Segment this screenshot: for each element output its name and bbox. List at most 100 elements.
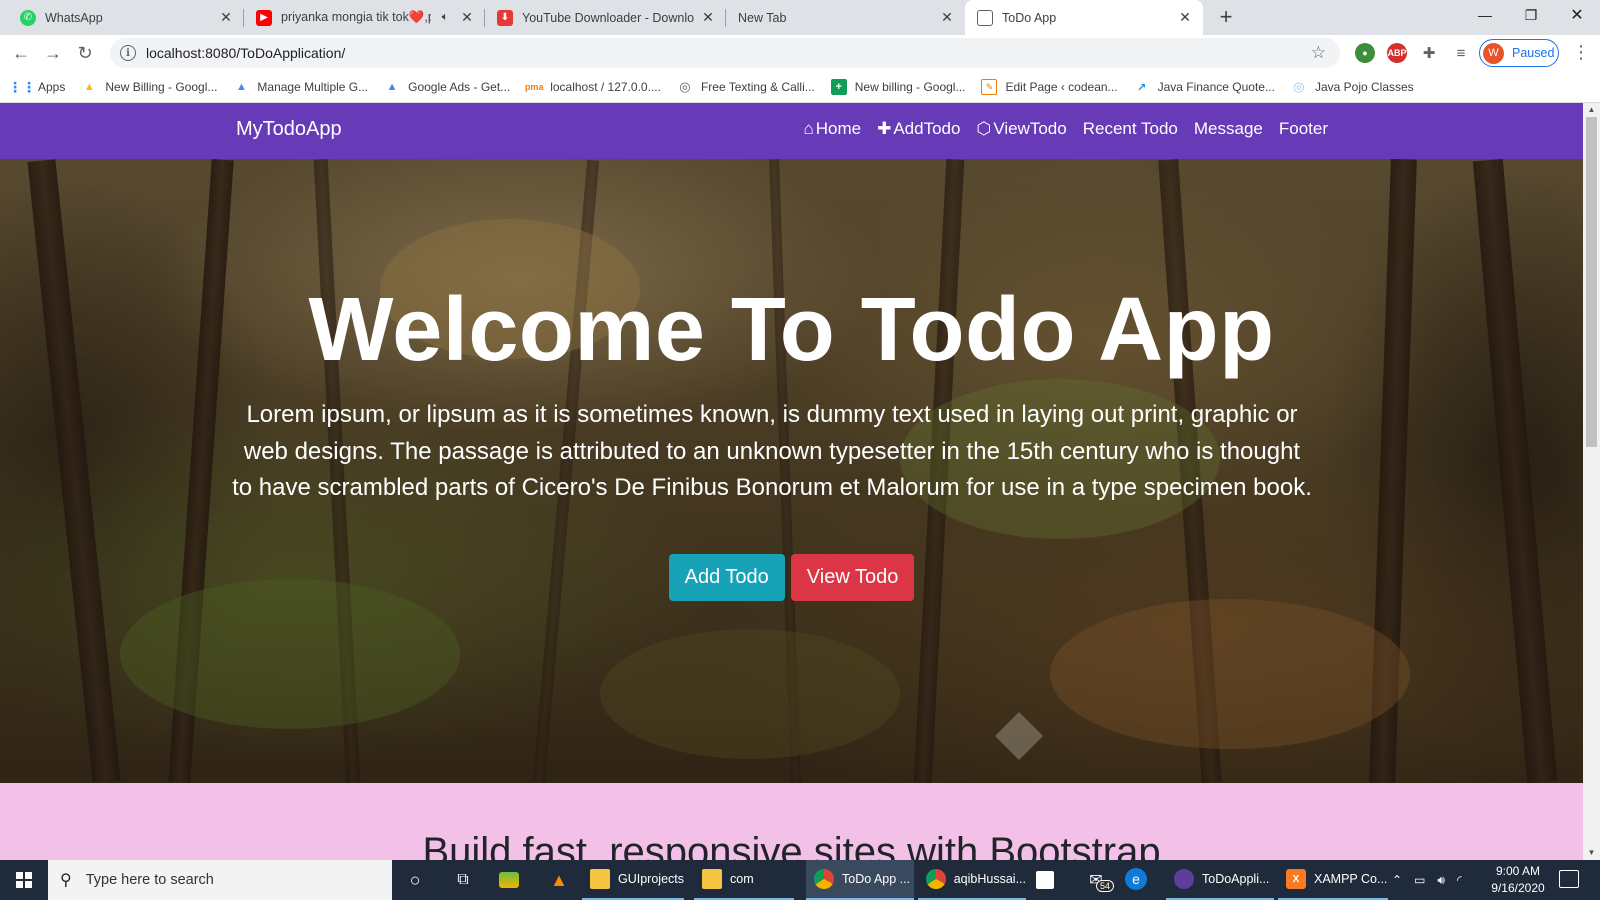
app-label: GUIprojects <box>618 872 684 886</box>
bookmarks-bar: ⋮⋮ Apps ▲ New Billing - Googl... ▲ Manage M… <box>0 72 1600 103</box>
bookmark-label: New billing - Googl... <box>854 80 966 94</box>
tab-whatsapp[interactable]: ✆ WhatsApp ✕ <box>8 0 244 35</box>
forward-button[interactable]: → <box>40 40 66 66</box>
profile-button[interactable]: W Paused <box>1479 39 1559 67</box>
close-icon[interactable]: ✕ <box>459 9 475 26</box>
page-scrollbar[interactable]: ▲ ▼ <box>1583 103 1600 860</box>
browser-toolbar: ← → ↻ i localhost:8080/ToDoApplication/ … <box>0 35 1600 72</box>
hero-description: Lorem ipsum, or lipsum as it is sometime… <box>232 401 1312 501</box>
taskbar-app-xampp[interactable]: X XAMPP Co... <box>1278 860 1388 900</box>
nav-footer[interactable]: Footer <box>1279 119 1328 139</box>
bookmark-item[interactable]: ✎ Edit Page ‹ codean... <box>981 79 1118 95</box>
edge-icon[interactable]: e <box>1125 868 1147 890</box>
bookmark-item[interactable]: ▲ New Billing - Googl... <box>81 79 218 95</box>
tab-todo-app[interactable]: ToDo App ✕ <box>965 0 1203 35</box>
task-view-icon[interactable]: ⧉ <box>451 868 475 892</box>
close-icon[interactable]: ✕ <box>218 9 234 26</box>
nav-addtodo[interactable]: ✚ AddTodo <box>877 119 960 139</box>
bookmark-item[interactable]: ◎ Java Pojo Classes <box>1291 79 1413 95</box>
app-label: com <box>730 872 754 886</box>
reload-button[interactable]: ↻ <box>72 40 98 66</box>
youtube-icon: ▶ <box>256 9 272 26</box>
close-icon[interactable]: ✕ <box>1177 9 1193 26</box>
google-ads-icon: ▲ <box>235 81 247 93</box>
google-ads-icon: ▲ <box>386 81 398 93</box>
profile-status: Paused <box>1512 46 1555 60</box>
back-button[interactable]: ← <box>8 40 34 66</box>
search-placeholder: Type here to search <box>85 872 214 888</box>
nav-label: Recent Todo <box>1082 119 1178 138</box>
address-bar[interactable]: i localhost:8080/ToDoApplication/ ☆ <box>110 38 1340 68</box>
store-icon[interactable] <box>1036 871 1054 889</box>
info-icon[interactable]: i <box>120 45 136 61</box>
bookmark-item[interactable]: pma localhost / 127.0.0.... <box>524 79 661 95</box>
tab-title: priyanka mongia tik tok❤️,p <box>281 10 431 24</box>
bookmark-item[interactable]: ↗ Java Finance Quote... <box>1134 79 1275 95</box>
notification-center-icon[interactable] <box>1559 870 1579 888</box>
taskbar-app-chrome-aqib[interactable]: aqibHussai... <box>918 860 1026 900</box>
bookmark-star-icon[interactable]: ☆ <box>1311 43 1326 63</box>
reading-list-icon[interactable]: ≡ <box>1451 43 1471 63</box>
minimize-button[interactable]: — <box>1462 0 1508 30</box>
clock-time: 9:00 AM <box>1495 864 1541 878</box>
nav-label: ViewTodo <box>993 119 1067 138</box>
menu-kebab-icon[interactable]: ⋮ <box>1572 43 1590 61</box>
scroll-down-icon[interactable]: ▼ <box>1587 848 1596 858</box>
mail-icon[interactable]: ✉ 54 <box>1084 868 1115 892</box>
phpmyadmin-icon: pma <box>524 82 544 92</box>
site-brand[interactable]: MyTodoApp <box>236 118 342 141</box>
bookmark-item[interactable]: + New billing - Googl... <box>830 79 966 95</box>
plus-icon: ✚ <box>877 119 892 138</box>
site-navbar: MyTodoApp ⌂ Home ✚ AddTodo ⬡ ViewTodo Recen… <box>0 103 1583 159</box>
tab-new-tab[interactable]: New Tab ✕ <box>726 0 965 35</box>
home-icon: ⌂ <box>803 119 814 138</box>
restore-button[interactable]: ❐ <box>1508 0 1554 30</box>
chrome-icon <box>814 869 834 889</box>
window-close-button[interactable]: ✕ <box>1554 0 1600 30</box>
scroll-up-icon[interactable]: ▲ <box>1587 105 1596 115</box>
new-tab-button[interactable]: + <box>1214 6 1238 30</box>
nav-message[interactable]: Message <box>1194 119 1263 139</box>
taskbar-app-chrome-todo[interactable]: ToDo App ... <box>806 860 914 900</box>
speaker-icon[interactable]: 🔈︎ <box>437 10 453 26</box>
whatsapp-icon: ✆ <box>20 9 36 26</box>
taskbar-search[interactable]: ⚲ Type here to search <box>48 860 392 900</box>
tab-title: New Tab <box>738 10 787 25</box>
view-todo-button[interactable]: View Todo <box>790 554 915 601</box>
bookmark-item[interactable]: ▲ Google Ads - Get... <box>384 79 511 95</box>
hero-title: Welcome To Todo App <box>308 280 1275 380</box>
bookmark-item[interactable]: ◎ Free Texting & Calli... <box>677 79 815 95</box>
url-text[interactable]: localhost:8080/ToDoApplication/ <box>146 45 1311 61</box>
taskbar-app-com[interactable]: com <box>694 860 794 900</box>
taskbar-app-eclipse[interactable]: ToDoAppli... <box>1166 860 1274 900</box>
cortana-icon[interactable]: ○ <box>403 868 427 892</box>
chart-line-icon: ↗ <box>1136 81 1147 94</box>
nav-viewtodo[interactable]: ⬡ ViewTodo <box>976 119 1066 139</box>
nav-label: Home <box>815 119 862 138</box>
volume-icon[interactable]: 🔊︎ <box>1437 873 1445 888</box>
adblock-icon[interactable]: ABP <box>1387 43 1407 63</box>
vlc-icon[interactable]: ▲ <box>547 868 571 892</box>
bookmark-label: New Billing - Googl... <box>105 80 218 94</box>
tab-youtube[interactable]: ▶ priyanka mongia tik tok❤️,p 🔈︎ ✕ <box>244 0 485 35</box>
bookmark-apps[interactable]: ⋮⋮ Apps <box>8 79 65 95</box>
app-label: aqibHussai... <box>953 872 1026 886</box>
extension-globe-icon[interactable]: ● <box>1355 43 1375 63</box>
taskbar-clock[interactable]: 9:00 AM 9/16/2020 <box>1486 863 1550 897</box>
scrollbar-thumb[interactable] <box>1586 117 1597 447</box>
nav-home[interactable]: ⌂ Home <box>803 119 861 139</box>
taskbar-app-guiprojects[interactable]: GUIprojects <box>582 860 684 900</box>
tab-youtube-downloader[interactable]: ⬇ YouTube Downloader - Downloa ✕ <box>485 0 726 35</box>
bookmark-item[interactable]: ▲ Manage Multiple G... <box>233 79 368 95</box>
close-icon[interactable]: ✕ <box>939 9 955 26</box>
chevron-up-icon[interactable]: ⌃ <box>1392 873 1402 887</box>
extensions-puzzle-icon[interactable]: ✚ <box>1419 43 1439 63</box>
wifi-icon[interactable]: ◜ <box>1457 873 1462 887</box>
nav-recent-todo[interactable]: Recent Todo <box>1083 119 1178 139</box>
close-icon[interactable]: ✕ <box>700 9 716 26</box>
add-todo-button[interactable]: Add Todo <box>668 554 785 601</box>
start-button[interactable] <box>0 860 48 900</box>
search-icon: ⚲ <box>60 872 72 889</box>
pinned-app-icon[interactable] <box>499 872 519 888</box>
network-icon[interactable]: ▭ <box>1414 873 1425 887</box>
